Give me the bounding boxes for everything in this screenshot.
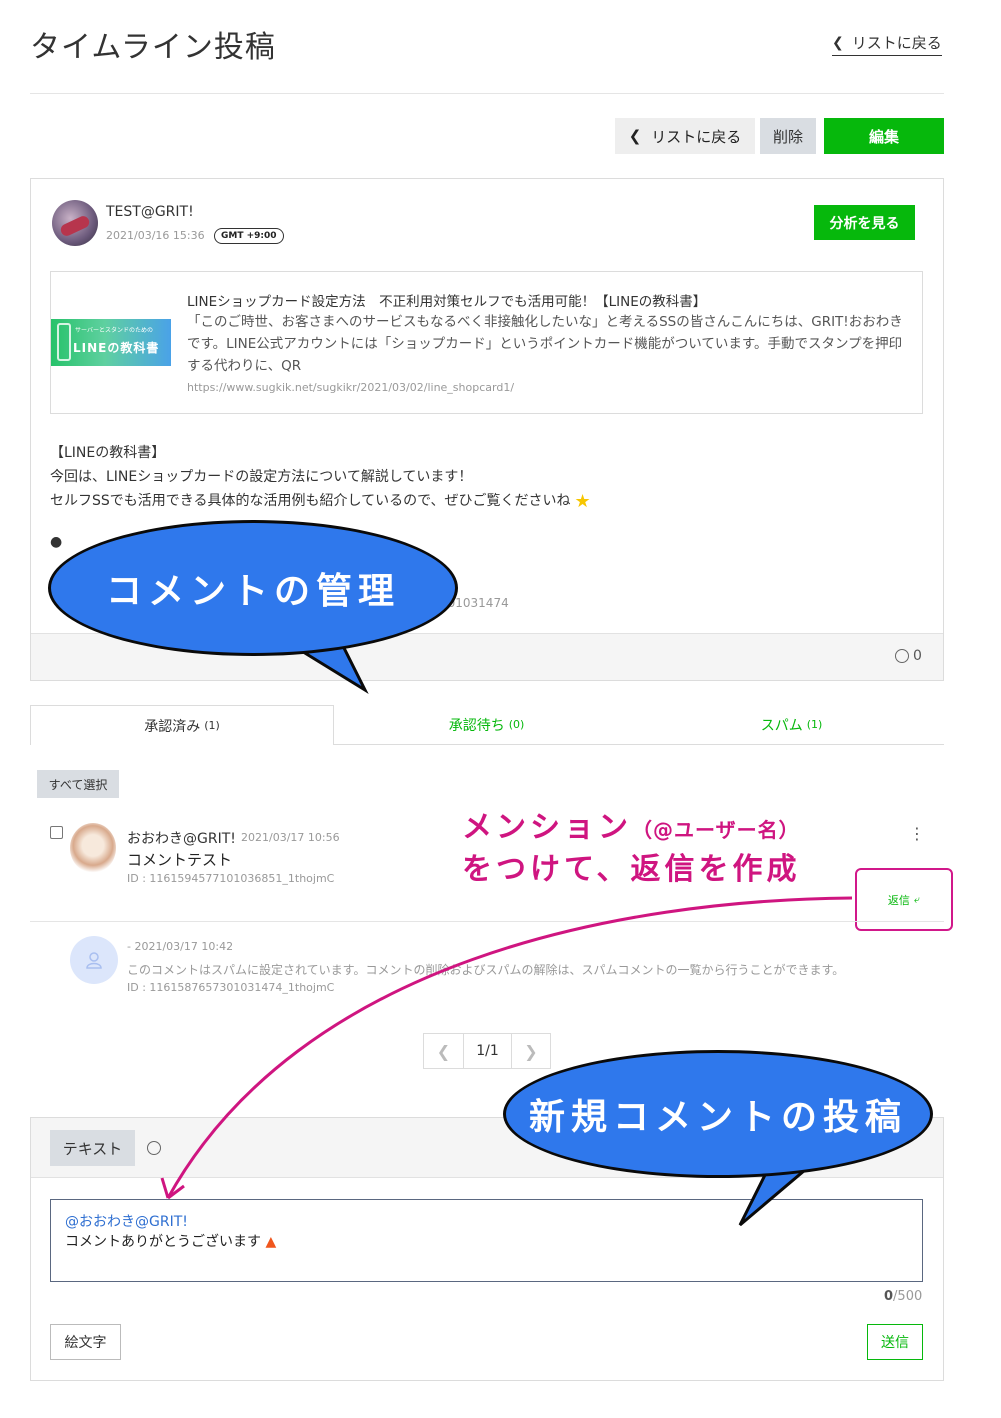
annotation-small: （@ユーザー名） [632, 818, 800, 842]
annotation-text: メンション [462, 810, 632, 845]
annotation-overlay [160, 638, 853, 1227]
callout-new-comment: 新規コメントの投稿 [503, 1050, 933, 1178]
annotation-line: メンション（@ユーザー名） [462, 808, 801, 850]
annotation-line: をつけて、返信を作成 [462, 852, 801, 887]
callout-comment-management: コメントの管理 [48, 520, 458, 656]
mention-annotation: メンション（@ユーザー名） をつけて、返信を作成 [462, 808, 801, 890]
